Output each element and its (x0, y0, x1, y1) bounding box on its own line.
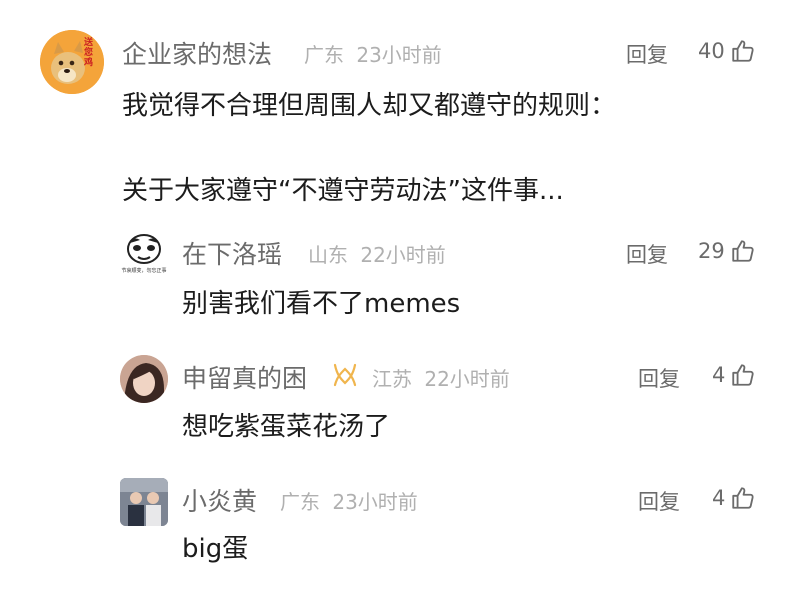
reply-3-time: 23小时前 (332, 490, 418, 514)
reply-2-text: 想吃紫蛋菜花汤了 (182, 412, 391, 442)
avatar-main[interactable]: 送您鸡 (40, 30, 104, 94)
comment-text-line-1: 我觉得不合理但周围人却又都遵守的规则： (122, 91, 617, 121)
portrait-avatar-image (120, 355, 168, 403)
reply-2-meta: 江苏 22小时前 (372, 363, 510, 392)
avatar-reply-1[interactable]: 节哀顺变，勿忘正事 (120, 230, 168, 278)
reply-3-like-button[interactable]: 4 (712, 485, 756, 511)
reply-3-meta: 广东 23小时前 (280, 486, 418, 515)
reply-1-reply-button[interactable]: 回复 (626, 239, 668, 269)
photo-avatar-image (120, 478, 168, 526)
reply-1-like-button[interactable]: 29 (698, 238, 756, 264)
comment-location: 广东 (304, 43, 344, 67)
comment-meta: 广东 23小时前 (304, 39, 442, 68)
reply-1-time: 22小时前 (360, 243, 446, 267)
reply-2-author-name[interactable]: 申留真的困 (182, 359, 307, 395)
comment-author-name[interactable]: 企业家的想法 (122, 35, 272, 71)
reply-2-like-button[interactable]: 4 (712, 362, 756, 388)
thumbs-up-icon (732, 240, 754, 262)
reply-3-location: 广东 (280, 490, 320, 514)
reply-1-text: 别害我们看不了memes (182, 289, 461, 319)
comment-text-line-2: 关于大家遵守“不遵守劳动法”这件事... (122, 176, 564, 206)
reply-3-reply-button[interactable]: 回复 (638, 486, 680, 516)
reply-3-like-count: 4 (712, 486, 726, 510)
reply-1-author-name[interactable]: 在下洛瑶 (182, 235, 282, 271)
avatar-sticker-text: 送您鸡 (84, 38, 94, 68)
reply-2-location: 江苏 (372, 367, 412, 391)
reply-3-text: big蛋 (182, 534, 249, 564)
reply-2-reply-button[interactable]: 回复 (638, 363, 680, 393)
reply-1-location: 山东 (308, 243, 348, 267)
comment-time: 23小时前 (356, 43, 442, 67)
thumbs-up-icon (732, 364, 754, 386)
comment-like-button[interactable]: 40 (698, 38, 756, 64)
comment-reply-button[interactable]: 回复 (626, 39, 668, 69)
reply-1-like-count: 29 (698, 239, 725, 263)
reply-2-like-count: 4 (712, 363, 726, 387)
thumbs-up-icon (732, 40, 754, 62)
thumbs-up-icon (732, 487, 754, 509)
comment-like-count: 40 (698, 39, 725, 63)
ribbon-badge-icon (333, 363, 357, 387)
reply-1-meta: 山东 22小时前 (308, 239, 446, 268)
reply-3-author-name[interactable]: 小炎黄 (182, 482, 257, 518)
avatar-reply-3[interactable] (120, 478, 168, 526)
reply-2-time: 22小时前 (424, 367, 510, 391)
avatar-reply-2[interactable] (120, 355, 168, 403)
avatar-meme-caption: 节哀顺变，勿忘正事 (121, 268, 167, 274)
